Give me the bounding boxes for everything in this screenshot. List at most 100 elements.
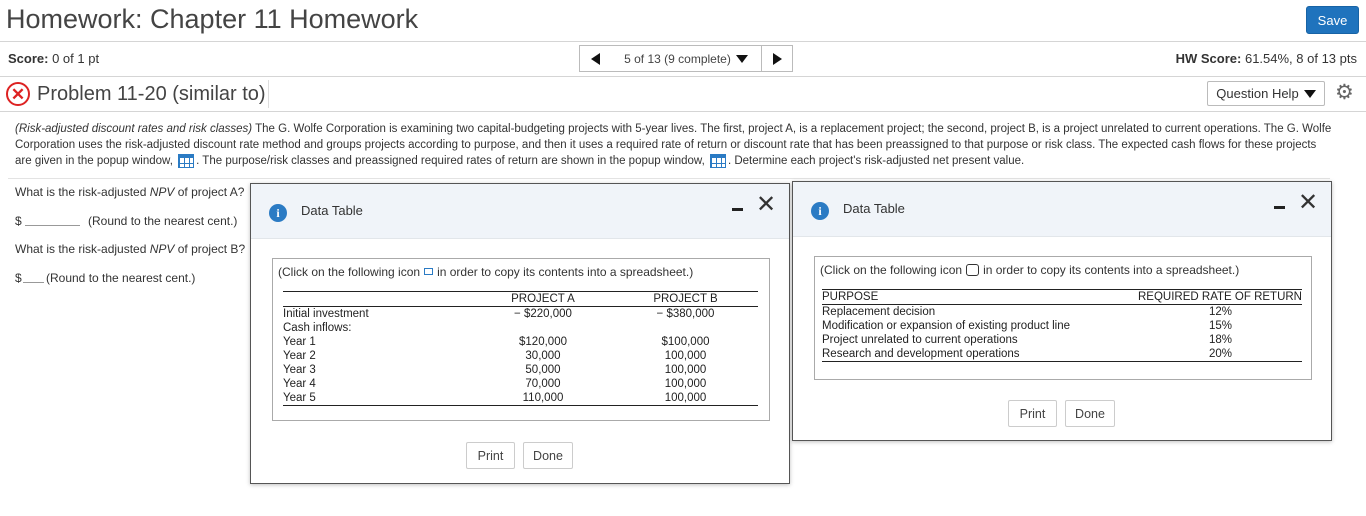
table-cell: Year 1	[283, 336, 316, 348]
answer-b-hint: (Round to the nearest cent.)	[46, 271, 196, 285]
table-row: Year 1 $120,000 $100,000	[283, 335, 758, 349]
table-cell: Year 4	[283, 378, 316, 390]
table-cell: 100,000	[664, 378, 707, 390]
table-row: Year 3 50,000 100,000	[283, 363, 758, 377]
table-row: Year 2 30,000 100,000	[283, 349, 758, 363]
table-row: Research and development operations 20%	[822, 347, 1302, 362]
data-table-dialog-projects: i Data Table ✕ (Click on the following i…	[250, 183, 790, 484]
divider	[8, 178, 1330, 179]
done-button[interactable]: Done	[1065, 400, 1115, 427]
minimize-icon[interactable]	[732, 208, 743, 211]
column-header: PURPOSE	[822, 291, 879, 303]
info-icon: i	[269, 204, 287, 222]
answer-b-currency: $	[15, 271, 22, 285]
table-cell: Replacement decision	[822, 306, 936, 318]
table-cell: − $220,000	[514, 308, 572, 320]
table-cell: 30,000	[525, 350, 561, 362]
table-cell: Year 2	[283, 350, 316, 362]
hw-score: HW Score: 61.54%, 8 of 13 pts	[1176, 51, 1357, 66]
table-cell: Year 5	[283, 392, 316, 404]
table-cell	[613, 321, 758, 335]
done-button[interactable]: Done	[523, 442, 573, 469]
table-row: Cash inflows:	[283, 321, 758, 335]
minimize-icon[interactable]	[1274, 206, 1285, 209]
info-icon: i	[811, 202, 829, 220]
gear-icon[interactable]: ⚙	[1335, 80, 1354, 105]
column-header	[283, 292, 473, 307]
save-button[interactable]: Save	[1306, 6, 1359, 34]
score: Score: 0 of 1 pt	[8, 51, 99, 66]
incorrect-x-icon: ✕	[6, 82, 30, 106]
chevron-down-icon	[1303, 89, 1316, 98]
question-text: of project A?	[174, 185, 245, 199]
close-icon[interactable]: ✕	[1298, 191, 1318, 215]
table-row: Project unrelated to current operations 1…	[822, 333, 1302, 347]
question-help-label: Question Help	[1216, 86, 1299, 101]
description-text: . Determine each project's risk-adjusted…	[727, 155, 1025, 167]
table-row: Replacement decision 12%	[822, 305, 1302, 320]
hw-score-label: HW Score:	[1175, 51, 1242, 66]
table-row: Year 5 110,000 100,000	[283, 391, 758, 406]
arrow-left-icon	[590, 52, 600, 65]
table-cell: $100,000	[661, 336, 710, 348]
data-table-panel: (Click on the following icon in order to …	[814, 256, 1312, 380]
dialog-title: Data Table	[843, 201, 905, 216]
arrow-right-icon	[772, 52, 782, 65]
table-cell: 18%	[1208, 334, 1232, 346]
table-cell: Modification or expansion of existing pr…	[822, 320, 1071, 332]
table-cell: 110,000	[522, 392, 564, 404]
question-help-button[interactable]: Question Help	[1207, 81, 1325, 106]
print-button[interactable]: Print	[1008, 400, 1057, 427]
chevron-down-icon	[735, 54, 748, 63]
data-table-icon[interactable]	[178, 153, 195, 168]
copy-to-spreadsheet-icon[interactable]	[966, 263, 980, 276]
rate-table: PURPOSE REQUIRED RATE OF RETURN Replacem…	[822, 289, 1302, 362]
divider	[0, 76, 1366, 77]
page-title: Homework: Chapter 11 Homework	[6, 4, 419, 34]
question-text: What is the risk-adjusted	[15, 242, 150, 256]
divider	[268, 80, 269, 108]
answer-a-currency: $	[15, 214, 22, 228]
problem-title: Problem 11-20 (similar to)	[37, 83, 266, 105]
question-text: What is the risk-adjusted	[15, 185, 150, 199]
table-cell	[473, 321, 613, 335]
answer-a-input[interactable]	[25, 225, 80, 226]
previous-question-button[interactable]	[579, 45, 611, 72]
next-question-button[interactable]	[761, 45, 793, 72]
question-navigator-dropdown[interactable]: 5 of 13 (9 complete)	[610, 45, 762, 72]
table-cell: − $380,000	[656, 308, 715, 320]
npv-term: NPV	[149, 242, 175, 256]
copy-note-text: in order to copy its contents into a spr…	[437, 265, 694, 279]
print-button[interactable]: Print	[466, 442, 515, 469]
question-a: What is the risk-adjusted NPV of project…	[15, 185, 244, 199]
dialog-title: Data Table	[301, 203, 363, 218]
table-cell: 12%	[1208, 306, 1232, 318]
description-text: . The purpose/risk classes and preassign…	[196, 155, 705, 167]
column-header: PROJECT B	[653, 293, 718, 305]
table-cell: 15%	[1208, 320, 1232, 332]
answer-a-hint: (Round to the nearest cent.)	[88, 214, 238, 228]
question-b: What is the risk-adjusted NPV of project…	[15, 242, 245, 256]
npv-term: NPV	[149, 185, 175, 199]
table-cell: 50,000	[525, 364, 561, 376]
divider	[0, 41, 1366, 42]
copy-note-text: in order to copy its contents into a spr…	[983, 263, 1240, 277]
table-row: Initial investment − $220,000 − $380,000	[283, 307, 758, 322]
table-row: Modification or expansion of existing pr…	[822, 319, 1302, 333]
table-cell: Project unrelated to current operations	[822, 334, 1018, 346]
data-table-icon[interactable]	[709, 153, 726, 168]
table-cell: 70,000	[525, 378, 561, 390]
table-cell: $120,000	[519, 336, 567, 348]
divider	[0, 111, 1366, 112]
data-table-dialog-rates: i Data Table ✕ (Click on the following i…	[792, 181, 1332, 441]
problem-description: (Risk-adjusted discount rates and risk c…	[15, 121, 1335, 169]
cash-flow-table: PROJECT A PROJECT B Initial investment − …	[283, 291, 758, 406]
score-value: 0 of 1 pt	[52, 51, 100, 66]
copy-to-spreadsheet-icon[interactable]	[424, 268, 434, 276]
copy-note-text: (Click on the following icon	[278, 265, 421, 279]
close-icon[interactable]: ✕	[756, 193, 776, 217]
question-navigator-label: 5 of 13 (9 complete)	[624, 51, 731, 66]
answer-b-input[interactable]	[23, 282, 44, 283]
column-header: REQUIRED RATE OF RETURN	[1138, 291, 1302, 303]
table-cell: 100,000	[664, 392, 707, 404]
